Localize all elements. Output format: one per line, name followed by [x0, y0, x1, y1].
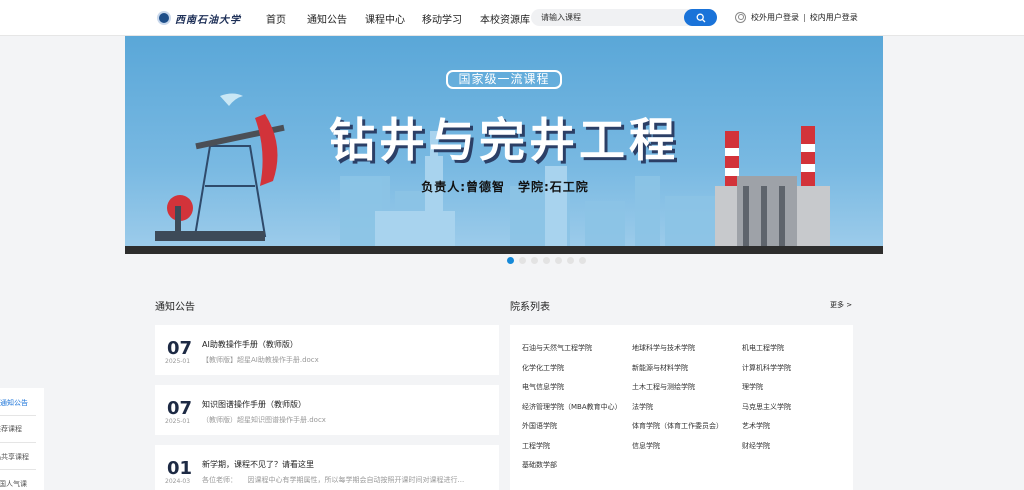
department-list: 石油与天然气工程学院 地球科学与技术学院 机电工程学院 化学化工学院 新能源与材… — [510, 325, 853, 490]
search-button[interactable] — [684, 9, 717, 26]
department-link[interactable]: 石油与天然气工程学院 — [522, 343, 592, 353]
banner-ground — [125, 246, 883, 254]
nav-resource-library[interactable]: 本校资源库 — [480, 11, 530, 26]
search-input[interactable] — [531, 9, 681, 26]
notice-year-month: 2024-03 — [165, 478, 191, 485]
notice-day: 07 — [167, 338, 193, 359]
nav-course-center[interactable]: 课程中心 — [365, 11, 405, 26]
nav-mobile-learning[interactable]: 移动学习 — [422, 11, 462, 26]
department-link[interactable]: 机电工程学院 — [742, 343, 784, 353]
notice-title[interactable]: AI助教操作手册（教师版） — [202, 339, 298, 350]
nav-home[interactable]: 首页 — [266, 11, 286, 26]
department-link[interactable]: 艺术学院 — [742, 421, 770, 431]
notice-card[interactable]: 01 2024-03 新学期，课程不见了？请看这里 各位老师： 因课程中心有学期… — [155, 445, 499, 490]
department-link[interactable]: 电气信息学院 — [522, 382, 564, 392]
side-quick-nav: 通知公告 推荐课程 精品共享课程 全国人气课 — [0, 388, 44, 490]
carousel-dot[interactable] — [579, 257, 586, 264]
side-tab-recommended[interactable]: 推荐课程 — [0, 424, 22, 434]
side-divider — [0, 442, 36, 443]
university-logo[interactable]: 西南石油大学 — [157, 9, 241, 27]
department-link[interactable]: 经济管理学院（MBA教育中心） — [522, 402, 622, 412]
side-divider — [0, 415, 36, 416]
carousel-dot[interactable] — [507, 257, 514, 264]
carousel-dot[interactable] — [567, 257, 574, 264]
side-tab-popular[interactable]: 全国人气课 — [0, 479, 27, 489]
department-link[interactable]: 计算机科学学院 — [742, 363, 791, 373]
notice-card[interactable]: 07 2025-01 知识图谱操作手册（教师版） （教师版）超星知识图谱操作手册… — [155, 385, 499, 435]
top-header: 西南石油大学 首页 通知公告 课程中心 移动学习 本校资源库 校外用户登录 | 校内… — [0, 0, 1024, 36]
side-divider — [0, 469, 36, 470]
department-link[interactable]: 外国语学院 — [522, 421, 557, 431]
login-links: 校外用户登录 | 校内用户登录 — [751, 12, 858, 23]
notice-day: 07 — [167, 398, 193, 419]
department-link[interactable]: 化学化工学院 — [522, 363, 564, 373]
department-link[interactable]: 马克思主义学院 — [742, 402, 791, 412]
notice-title[interactable]: 知识图谱操作手册（教师版） — [202, 399, 306, 410]
banner-subtitle: 负责人:曾德智 学院:石工院 — [421, 180, 589, 194]
department-link[interactable]: 法学院 — [632, 402, 653, 412]
notice-year-month: 2025-01 — [165, 358, 191, 365]
department-link[interactable]: 地球科学与技术学院 — [632, 343, 695, 353]
departments-section-title: 院系列表 — [510, 302, 550, 313]
department-link[interactable]: 理学院 — [742, 382, 763, 392]
notice-description: （教师版）超星知识图谱操作手册.docx — [202, 416, 326, 424]
notice-card[interactable]: 07 2025-01 AI助教操作手册（教师版） 【教师版】超星AI助教操作手册… — [155, 325, 499, 375]
side-tab-notices[interactable]: 通知公告 — [0, 398, 28, 408]
logo-text: 西南石油大学 — [175, 14, 241, 26]
notice-title[interactable]: 新学期，课程不见了？请看这里 — [202, 459, 314, 470]
carousel-dot[interactable] — [543, 257, 550, 264]
department-link[interactable]: 土木工程与测绘学院 — [632, 382, 695, 392]
department-link[interactable]: 工程学院 — [522, 441, 550, 451]
university-emblem-icon — [157, 11, 171, 25]
nav-notices[interactable]: 通知公告 — [307, 11, 347, 26]
notices-section-title: 通知公告 — [155, 302, 195, 313]
banner-badge: 国家级一流课程 — [446, 70, 562, 89]
user-icon — [735, 12, 746, 23]
notice-description: 【教师版】超星AI助教操作手册.docx — [202, 356, 319, 364]
login-separator: | — [803, 13, 806, 22]
search-bar — [531, 9, 717, 26]
carousel-dot[interactable] — [555, 257, 562, 264]
carousel-dots — [507, 257, 586, 264]
banner-title: 钻井与完井工程 — [329, 113, 679, 167]
department-link[interactable]: 信息学院 — [632, 441, 660, 451]
course-banner[interactable]: 国家级一流课程 钻井与完井工程 负责人:曾德智 学院:石工院 — [125, 36, 883, 254]
department-link[interactable]: 新能源与材料学院 — [632, 363, 688, 373]
notice-day: 01 — [167, 458, 193, 479]
notice-description: 各位老师： 因课程中心有学期属性，所以每学期会自动按照开课时间对课程进行... — [202, 476, 465, 484]
carousel-dot[interactable] — [519, 257, 526, 264]
side-tab-shared-courses[interactable]: 精品共享课程 — [0, 452, 29, 462]
more-departments-link[interactable]: 更多 > — [830, 300, 852, 310]
carousel-dot[interactable] — [531, 257, 538, 264]
internal-login-link[interactable]: 校内用户登录 — [810, 13, 858, 22]
notice-year-month: 2025-01 — [165, 418, 191, 425]
department-link[interactable]: 基础数学部 — [522, 460, 557, 470]
department-link[interactable]: 财经学院 — [742, 441, 770, 451]
external-login-link[interactable]: 校外用户登录 — [751, 13, 799, 22]
search-icon — [696, 13, 705, 22]
department-link[interactable]: 体育学院（体育工作委员会） — [632, 421, 723, 431]
